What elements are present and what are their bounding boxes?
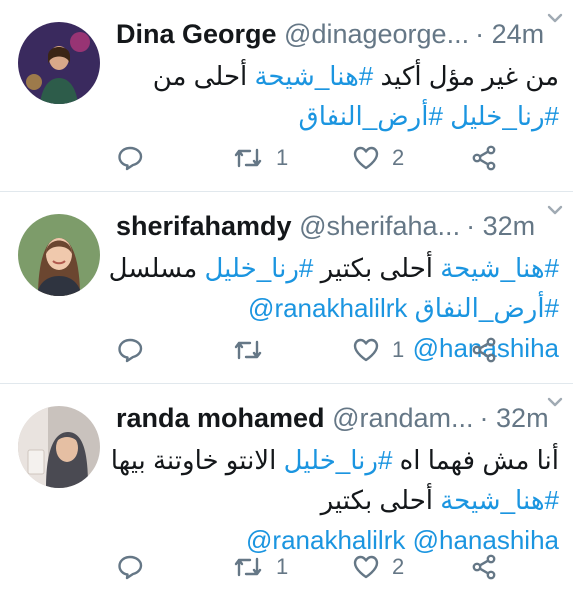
text-line: من غير مؤل أكيد #هنا_شيحة أحلى من	[152, 61, 559, 91]
tweet-actions: 12	[116, 143, 516, 173]
tweet-header: Dina George @dinageorge... · 24m	[116, 16, 559, 52]
timestamp[interactable]: 32m	[496, 403, 549, 433]
tweet-feed: Dina George @dinageorge... · 24m من غير مؤ…	[0, 0, 573, 600]
reply-button[interactable]	[116, 552, 144, 582]
avatar[interactable]	[18, 22, 100, 104]
avatar[interactable]	[18, 214, 100, 296]
tweet-actions: 1	[116, 335, 516, 365]
author-name[interactable]: sherifahamdy	[116, 211, 292, 241]
hashtag-link[interactable]: #أرض_النفاق	[299, 101, 443, 131]
share-button[interactable]	[470, 552, 498, 582]
like-icon	[352, 336, 380, 364]
chevron-down-icon[interactable]	[545, 200, 565, 220]
author-name[interactable]: Dina George	[116, 19, 277, 49]
reply-icon	[116, 336, 144, 364]
like-icon	[352, 553, 380, 581]
text-line: #أرض_النفاق @ranakhalilrk	[116, 288, 559, 328]
like-button[interactable]: 2	[352, 552, 404, 582]
tweet-text: من غير مؤل أكيد #هنا_شيحة أحلى من #رنا_خل…	[116, 56, 559, 136]
retweet-count: 1	[276, 145, 289, 170]
tweet-header: randa mohamed @randam... · 32m	[116, 400, 559, 436]
retweet-icon	[232, 553, 264, 581]
tweet[interactable]: randa mohamed @randam... · 32m أنا مش فهما…	[0, 384, 573, 600]
hashtag-link[interactable]: #هنا_شيحة	[254, 61, 373, 91]
reply-button[interactable]	[116, 335, 144, 365]
retweet-icon	[232, 144, 264, 172]
retweet-count: 1	[276, 554, 289, 579]
like-button[interactable]: 2	[352, 143, 404, 173]
reply-icon	[116, 553, 144, 581]
reply-button[interactable]	[116, 143, 144, 173]
text-line: أنا مش فهما اه #رنا_خليل الانتو خاوتنة ب…	[110, 445, 559, 475]
hashtag-link[interactable]: #رنا_خليل	[450, 101, 559, 131]
hashtag-link[interactable]: #رنا_خليل	[284, 445, 393, 475]
text-line: #هنا_شيحة أحلى بكتير	[320, 485, 559, 515]
mention-link[interactable]: @hanashiha	[413, 525, 559, 555]
timestamp[interactable]: 32m	[483, 211, 536, 241]
mention-link[interactable]: @ranakhalilrk	[248, 293, 407, 323]
retweet-icon	[232, 336, 264, 364]
like-count: 2	[392, 554, 405, 579]
timestamp[interactable]: 24m	[492, 19, 545, 49]
like-icon	[352, 144, 380, 172]
author-name[interactable]: randa mohamed	[116, 403, 325, 433]
like-button[interactable]: 1	[352, 335, 404, 365]
chevron-down-icon[interactable]	[545, 392, 565, 412]
hashtag-link[interactable]: #هنا_شيحة	[440, 253, 559, 283]
mention-link[interactable]: @ranakhalilrk	[246, 525, 405, 555]
hashtag-link[interactable]: #رنا_خليل	[204, 253, 313, 283]
avatar[interactable]	[18, 406, 100, 488]
author-handle[interactable]: @dinageorge...	[277, 19, 469, 49]
tweet[interactable]: Dina George @dinageorge... · 24m من غير مؤ…	[0, 0, 573, 192]
tweet-text: أنا مش فهما اه #رنا_خليل الانتو خاوتنة ب…	[110, 440, 559, 560]
share-icon	[470, 336, 498, 364]
hashtag-link[interactable]: #هنا_شيحة	[440, 485, 559, 515]
retweet-button[interactable]: 1	[232, 552, 288, 582]
hashtag-link[interactable]: #أرض_النفاق	[415, 293, 559, 323]
separator-dot: ·	[475, 19, 492, 49]
share-icon	[470, 553, 498, 581]
author-handle[interactable]: @sherifaha...	[292, 211, 460, 241]
separator-dot: ·	[466, 211, 483, 241]
chevron-down-icon[interactable]	[545, 8, 565, 28]
like-count: 2	[392, 145, 405, 170]
share-button[interactable]	[470, 143, 498, 173]
author-handle[interactable]: @randam...	[325, 403, 473, 433]
tweet[interactable]: sherifahamdy @sherifaha... · 32m #هنا_شيحة…	[0, 192, 573, 384]
retweet-button[interactable]	[232, 335, 264, 365]
text-line: #رنا_خليل #أرض_النفاق	[116, 96, 559, 136]
reply-icon	[116, 144, 144, 172]
like-count: 1	[392, 337, 405, 362]
separator-dot: ·	[479, 403, 497, 433]
tweet-header: sherifahamdy @sherifaha... · 32m	[116, 208, 559, 244]
text-line: #هنا_شيحة أحلى بكتير #رنا_خليل مسلسل	[108, 253, 559, 283]
retweet-button[interactable]: 1	[232, 143, 288, 173]
share-button[interactable]	[470, 335, 498, 365]
tweet-actions: 12	[116, 552, 516, 582]
share-icon	[470, 144, 498, 172]
